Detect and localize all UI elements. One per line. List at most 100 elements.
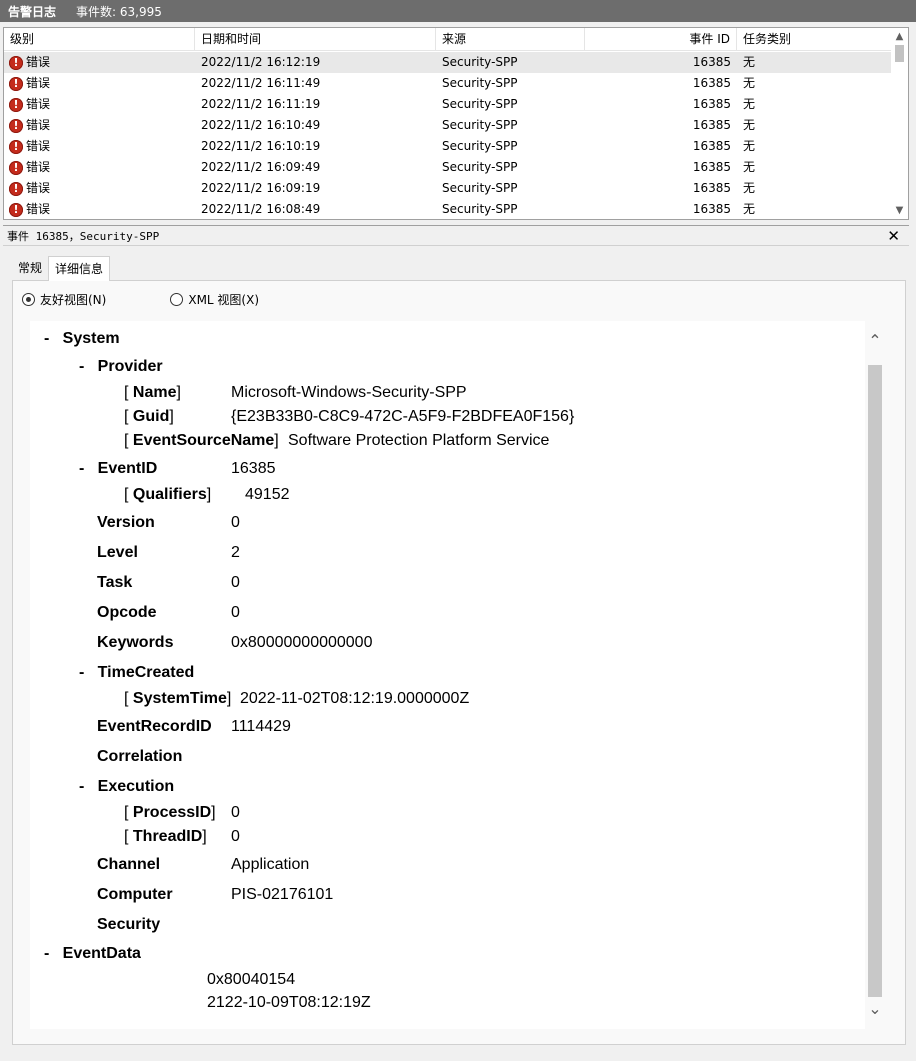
level-text: 错误 [26,118,51,132]
friendly-xml-view: - System - Provider [ Name] Microsoft-Wi… [30,321,865,1029]
cell-source: Security-SPP [442,139,518,153]
tree-node-provider[interactable]: - Provider [79,358,163,376]
event-data-value: 2122-10-09T08:12:19Z [207,994,371,1011]
error-icon: ! [9,160,23,175]
radio-xml-label[interactable]: XML 视图(X) [188,291,259,308]
collapse-icon[interactable]: - [44,330,49,347]
detail-scrollbar[interactable]: ⌃ ⌄ [866,331,884,1019]
bracket: ] [211,804,216,821]
event-count: 事件数: 63,995 [76,4,162,19]
radio-unchecked-icon[interactable] [170,293,184,306]
cell-task: 无 [743,181,756,195]
error-icon: ! [9,181,23,196]
level-text: 错误 [26,181,51,195]
cell-level: ! 错误 [4,157,195,178]
tab-details[interactable]: 详细信息 [48,256,111,281]
level-text: 错误 [26,55,51,69]
error-icon: ! [9,139,23,154]
cell-level: ! 错误 [4,199,195,219]
cell-event-id: 16385 [692,55,731,69]
table-row[interactable]: ! 错误 2022/11/2 16:12:19 Security-SPP 16385 无 [4,52,891,73]
tree-key-computer: Computer [97,886,173,903]
column-task-category[interactable]: 任务类别 [737,28,891,51]
cell-level: ! 错误 [4,52,195,73]
list-scroll-thumb[interactable] [895,45,904,62]
cell-source: Security-SPP [442,97,518,111]
collapse-icon[interactable]: - [79,664,84,681]
cell-event-id: 16385 [692,181,731,195]
chevron-up-icon[interactable]: ⌃ [866,331,884,351]
error-icon: ! [9,97,23,112]
cell-source: Security-SPP [442,181,518,195]
tree-value: 16385 [231,460,276,477]
column-datetime[interactable]: 日期和时间 [195,28,436,51]
tree-key-level: Level [97,544,138,561]
event-list[interactable]: 级别 日期和时间 来源 事件 ID 任务类别 ! 错误 2022/11/2 16:1… [3,27,909,220]
level-text: 错误 [26,160,51,174]
error-icon: ! [9,76,23,91]
radio-checked-icon[interactable] [22,293,35,306]
cell-source: Security-SPP [442,55,518,69]
tab-general[interactable]: 常规 [12,256,48,280]
tree-node-execution[interactable]: - Execution [79,778,174,796]
tree-value: Microsoft-Windows-Security-SPP [231,384,467,401]
cell-source: Security-SPP [442,118,518,132]
collapse-icon[interactable]: - [79,460,84,477]
radio-friendly-view[interactable]: 友好视图(N) [22,291,106,308]
bracket: ] [274,432,279,449]
level-text: 错误 [26,139,51,153]
bracket: [ [124,384,129,401]
tree-value: Software Protection Platform Service [288,432,550,449]
list-scrollbar[interactable]: ▲ ▼ [891,28,908,219]
collapse-icon[interactable]: - [44,945,49,962]
table-row[interactable]: ! 错误 2022/11/2 16:11:19 Security-SPP 16385 无 [4,94,891,115]
bracket: [ [124,432,129,449]
table-row[interactable]: ! 错误 2022/11/2 16:09:19 Security-SPP 16385 无 [4,178,891,199]
tree-key: SystemTime [132,690,227,707]
tree-attr-guid: [ Guid] [124,408,174,426]
cell-datetime: 2022/11/2 16:09:49 [201,160,321,174]
tree-node-system[interactable]: - System [44,330,120,348]
tree-key: EventSourceName [132,432,275,449]
detail-scroll-thumb[interactable] [868,365,882,997]
tree-node-eventdata[interactable]: - EventData [44,945,141,963]
table-row[interactable]: ! 错误 2022/11/2 16:10:49 Security-SPP 16385 无 [4,115,891,136]
column-source[interactable]: 来源 [436,28,585,51]
tree-key-channel: Channel [97,856,161,873]
cell-event-id: 16385 [692,118,731,132]
radio-xml-view[interactable]: XML 视图(X) [170,291,259,308]
log-title-bar: 告警日志 事件数: 63,995 [0,0,916,22]
collapse-icon[interactable]: - [79,778,84,795]
bracket: [ [124,690,129,707]
chevron-up-icon[interactable]: ▲ [891,28,908,45]
column-headers: 级别 日期和时间 来源 事件 ID 任务类别 [4,28,891,51]
column-event-id[interactable]: 事件 ID [585,28,737,51]
chevron-down-icon[interactable]: ⌄ [866,999,884,1019]
close-icon[interactable]: ✕ [887,227,900,245]
error-icon: ! [9,118,23,133]
cell-level: ! 错误 [4,115,195,136]
level-text: 错误 [26,202,51,216]
chevron-down-icon[interactable]: ▼ [891,202,908,219]
cell-event-id: 16385 [692,76,731,90]
tree-key: Provider [97,358,163,375]
column-level[interactable]: 级别 [4,28,195,51]
cell-event-id: 16385 [692,202,731,216]
cell-source: Security-SPP [442,76,518,90]
table-row[interactable]: ! 错误 2022/11/2 16:09:49 Security-SPP 16385 无 [4,157,891,178]
tree-attr-threadid: [ ThreadID] [124,828,207,846]
cell-datetime: 2022/11/2 16:08:49 [201,202,321,216]
collapse-icon[interactable]: - [79,358,84,375]
table-row[interactable]: ! 错误 2022/11/2 16:11:49 Security-SPP 16385 无 [4,73,891,94]
table-row[interactable]: ! 错误 2022/11/2 16:08:49 Security-SPP 16385 无 [4,199,891,219]
radio-friendly-label[interactable]: 友好视图(N) [40,291,106,308]
tree-key-keywords: Keywords [97,634,174,651]
cell-task: 无 [743,55,756,69]
tree-node-eventid[interactable]: - EventID [79,460,157,478]
cell-task: 无 [743,97,756,111]
tree-value: 1114429 [231,718,291,735]
table-row[interactable]: ! 错误 2022/11/2 16:10:19 Security-SPP 16385 无 [4,136,891,157]
tree-node-timecreated[interactable]: - TimeCreated [79,664,194,682]
cell-datetime: 2022/11/2 16:12:19 [201,55,321,69]
bracket: ] [202,828,207,845]
